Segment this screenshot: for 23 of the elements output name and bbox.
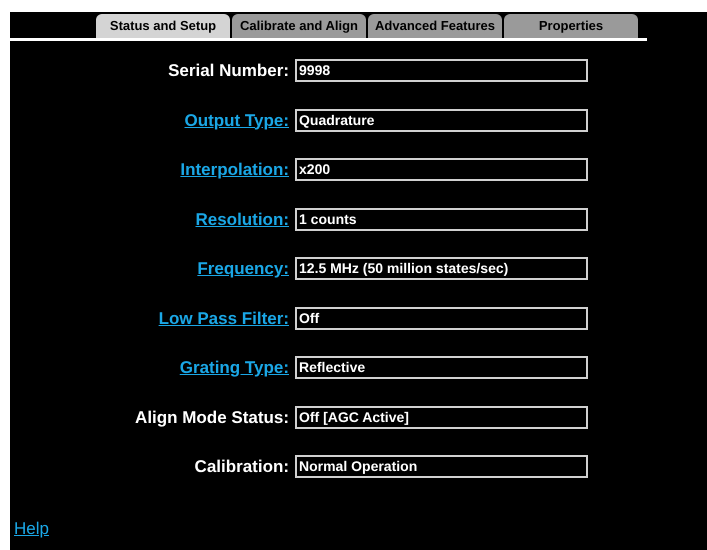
tab[interactable]: Status and Setup bbox=[96, 14, 230, 38]
field-link[interactable]: Grating Type: bbox=[180, 355, 289, 380]
field-label: Align Mode Status: bbox=[135, 406, 289, 429]
value-field: Reflective bbox=[295, 356, 588, 380]
value-field: Off bbox=[295, 306, 588, 330]
value-field: Quadrature bbox=[295, 108, 588, 132]
field-label: Calibration: bbox=[194, 456, 289, 478]
help-link[interactable]: Help bbox=[14, 519, 49, 538]
field-link[interactable]: Interpolation: bbox=[180, 157, 289, 182]
value-field: 1 counts bbox=[295, 208, 588, 231]
field-link[interactable]: Output Type: bbox=[184, 108, 289, 133]
tab[interactable]: Advanced Features bbox=[368, 14, 502, 38]
tab[interactable]: Calibrate and Align bbox=[232, 14, 366, 38]
tab[interactable]: Properties bbox=[504, 14, 638, 38]
field-link[interactable]: Resolution: bbox=[196, 206, 289, 232]
value-field: 12.5 MHz (50 million states/sec) bbox=[295, 257, 588, 280]
value-field: Off [AGC Active] bbox=[295, 406, 588, 429]
field-link[interactable]: Frequency: bbox=[197, 256, 289, 282]
value-field: Normal Operation bbox=[295, 455, 588, 478]
field-link[interactable]: Low Pass Filter: bbox=[158, 306, 289, 331]
value-field: x200 bbox=[295, 158, 588, 182]
field-label: Serial Number: bbox=[168, 60, 289, 82]
value-field: 9998 bbox=[295, 59, 588, 82]
